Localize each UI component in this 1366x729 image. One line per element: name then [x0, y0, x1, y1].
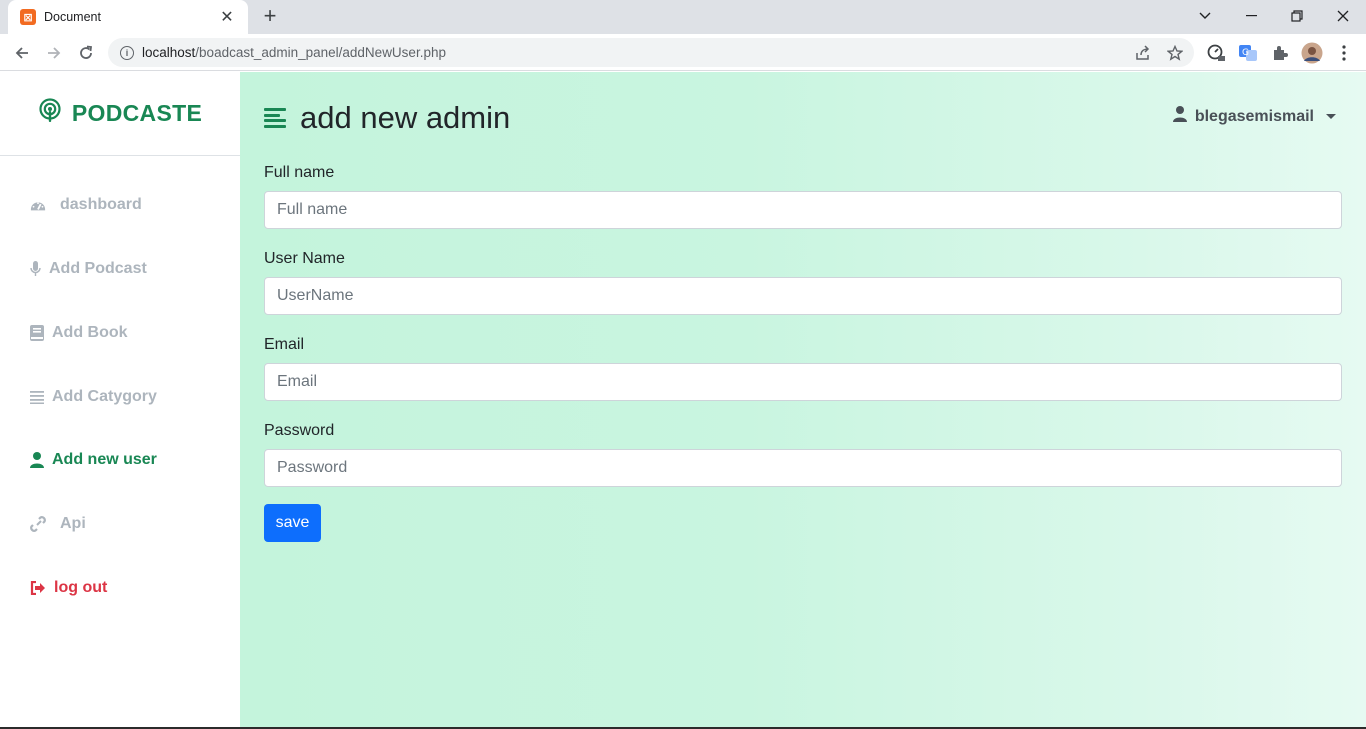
sidebar-item-add-podcast[interactable]: Add Podcast [30, 260, 147, 278]
email-input[interactable] [264, 363, 1342, 401]
new-tab-icon[interactable]: + [258, 4, 282, 28]
menu-toggle-icon[interactable] [264, 108, 286, 128]
sidebar-item-label: Add Book [52, 324, 128, 341]
sidebar-item-api[interactable]: Api [30, 515, 86, 533]
browser-toolbar: i localhost/boadcast_admin_panel/addNewU… [0, 34, 1366, 71]
fullname-input[interactable] [264, 191, 1342, 229]
bookmark-star-icon[interactable] [1166, 44, 1184, 62]
podcast-icon [38, 98, 62, 129]
svg-text:G: G [1242, 48, 1249, 58]
username-label: blegasemismail [1194, 107, 1314, 125]
info-icon[interactable]: i [120, 45, 134, 60]
chevron-down-icon [1326, 114, 1336, 119]
page-title: add new admin [300, 100, 511, 135]
gauge-icon [30, 197, 46, 213]
sign-out-icon [30, 580, 46, 596]
close-icon[interactable]: ✕ [218, 7, 236, 27]
window-close-icon[interactable] [1320, 0, 1366, 32]
brand-name: PODCASTE [71, 100, 203, 126]
sidebar-item-label: log out [54, 579, 108, 596]
list-icon [30, 389, 44, 405]
sidebar-item-label: Api [60, 515, 86, 532]
add-admin-form: Full name User Name Email Password save [264, 162, 1342, 542]
sidebar-item-add-category[interactable]: Add Catygory [30, 388, 157, 406]
browser-tab-bar: ⊠ Document ✕ + [0, 0, 1366, 34]
xampp-icon: ⊠ [20, 9, 36, 25]
sidebar-item-add-new-user[interactable]: Add new user [30, 451, 157, 469]
main-content: add new admin blegasemismail Full name U… [240, 72, 1366, 729]
share-icon[interactable] [1134, 44, 1152, 62]
sidebar-item-logout[interactable]: log out [30, 579, 107, 597]
minimize-icon[interactable] [1228, 0, 1274, 32]
back-arrow-icon[interactable] [8, 39, 36, 67]
tab-search-icon[interactable] [1182, 0, 1228, 32]
user-dropdown[interactable]: blegasemismail [1172, 106, 1336, 127]
brand[interactable]: PODCASTE [0, 72, 240, 156]
link-icon [30, 516, 46, 532]
translate-icon[interactable]: G [1237, 42, 1259, 64]
sidebar-item-label: Add Catygory [52, 388, 157, 405]
email-label: Email [264, 336, 305, 353]
sidebar: PODCASTE dashboard Add Podcast Add Book … [0, 72, 240, 729]
url-text: localhost/boadcast_admin_panel/addNewUse… [142, 45, 446, 60]
tab-title: Document [44, 10, 101, 24]
username-input[interactable] [264, 277, 1342, 315]
profile-avatar[interactable] [1301, 42, 1323, 64]
performance-icon[interactable] [1205, 42, 1227, 64]
book-icon [30, 325, 44, 341]
sidebar-item-dashboard[interactable]: dashboard [30, 196, 142, 214]
restore-icon[interactable] [1274, 0, 1320, 32]
extensions-puzzle-icon[interactable] [1269, 42, 1291, 64]
username-label: User Name [264, 250, 345, 267]
sidebar-item-label: Add Podcast [49, 260, 147, 277]
user-icon [1172, 106, 1187, 127]
save-button[interactable]: save [264, 504, 321, 542]
browser-menu-icon[interactable] [1333, 42, 1355, 64]
fullname-label: Full name [264, 164, 335, 181]
reload-icon[interactable] [72, 39, 100, 67]
forward-arrow-icon[interactable] [40, 39, 68, 67]
password-input[interactable] [264, 449, 1342, 487]
sidebar-item-label: Add new user [52, 451, 157, 468]
address-bar[interactable]: i localhost/boadcast_admin_panel/addNewU… [108, 38, 1194, 67]
sidebar-item-add-book[interactable]: Add Book [30, 324, 128, 342]
page-header: add new admin [264, 100, 510, 136]
browser-tab[interactable]: ⊠ Document ✕ [8, 0, 248, 34]
user-icon [30, 452, 44, 468]
sidebar-item-label: dashboard [60, 196, 142, 213]
password-label: Password [264, 422, 335, 439]
microphone-icon [30, 261, 41, 277]
